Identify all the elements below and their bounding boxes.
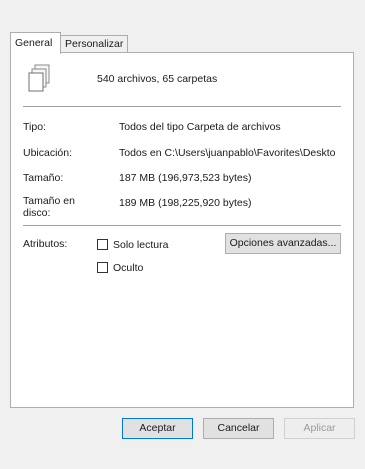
cancel-button[interactable]: Cancelar	[203, 418, 274, 439]
readonly-checkbox[interactable]	[97, 239, 108, 250]
properties-panel: 540 archivos, 65 carpetas Tipo: Todos de…	[10, 52, 354, 408]
size-on-disk-value: 189 MB (198,225,920 bytes)	[119, 197, 252, 209]
size-label: Tamaño:	[23, 172, 64, 184]
attributes-label: Atributos:	[23, 238, 68, 250]
files-stack-icon	[28, 64, 50, 92]
type-value: Todos del tipo Carpeta de archivos	[119, 121, 281, 133]
size-on-disk-label: Tamaño en disco:	[23, 195, 75, 219]
size-value: 187 MB (196,973,523 bytes)	[119, 172, 252, 184]
file-count-summary: 540 archivos, 65 carpetas	[97, 73, 218, 85]
location-label: Ubicación:	[23, 147, 73, 159]
advanced-options-button[interactable]: Opciones avanzadas...	[225, 233, 341, 254]
accept-button[interactable]: Aceptar	[122, 418, 193, 439]
separator	[23, 106, 341, 107]
type-label: Tipo:	[23, 121, 46, 133]
location-value: Todos en C:\Users\juanpablo\Favorites\De…	[119, 147, 336, 159]
hidden-label[interactable]: Oculto	[113, 262, 143, 274]
readonly-label[interactable]: Solo lectura	[113, 239, 168, 251]
separator	[23, 225, 341, 226]
hidden-checkbox[interactable]	[97, 262, 108, 273]
apply-button[interactable]: Aplicar	[284, 418, 355, 439]
tab-general[interactable]: General	[10, 32, 61, 54]
tab-personalizar[interactable]: Personalizar	[60, 35, 128, 52]
